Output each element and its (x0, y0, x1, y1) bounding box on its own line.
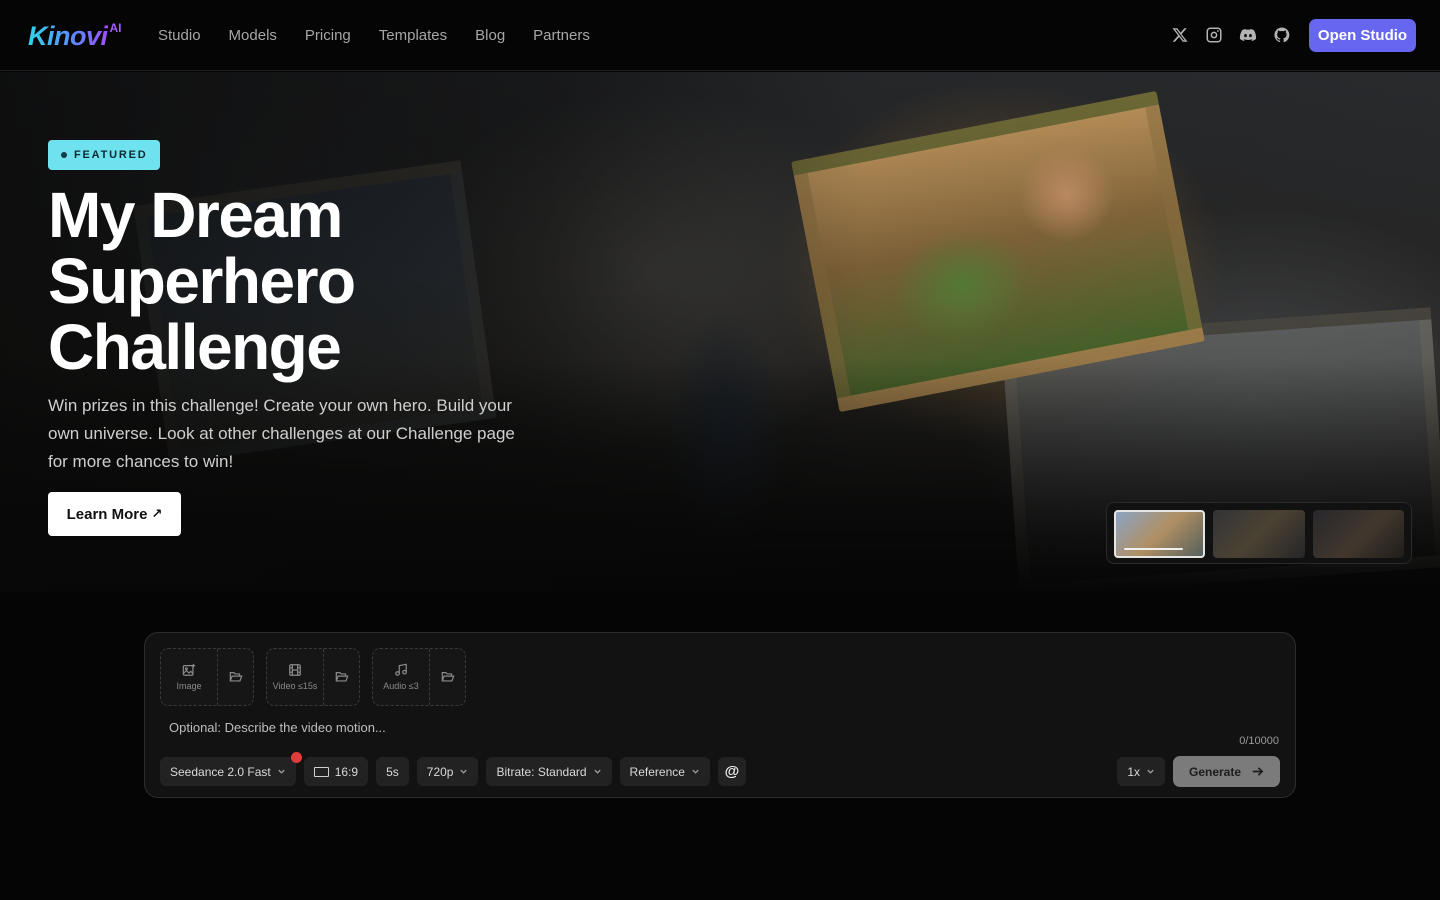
generate-controls: 1x Generate (1117, 756, 1280, 787)
generate-label: Generate (1188, 764, 1242, 779)
arrow-up-right-icon: ↗ (151, 506, 163, 521)
social-links (1170, 24, 1292, 46)
slide-progress-bar (1124, 548, 1184, 550)
brand-logo[interactable]: Kinovi AI (28, 21, 122, 51)
chevron-down-icon (460, 769, 468, 774)
hero-description: Win prizes in this challenge! Create you… (48, 396, 515, 471)
folder-open-icon (441, 672, 455, 682)
image-browse-button[interactable] (218, 649, 253, 705)
music-note-icon (395, 663, 407, 676)
video-upload-label: Video ≤15s (272, 681, 318, 691)
chevron-down-icon (1147, 769, 1154, 774)
slide-thumbnail-2[interactable] (1213, 510, 1305, 558)
video-upload-button[interactable]: Video ≤15s (267, 649, 324, 705)
chevron-down-icon (278, 769, 285, 774)
brand-name: Kinovi (28, 21, 108, 51)
model-select-value: Seedance 2.0 Fast (170, 764, 271, 779)
x-icon[interactable] (1170, 24, 1190, 46)
generation-options: Seedance 2.0 Fast 16:9 5s 720p Bitrate: … (160, 752, 746, 786)
nav-link-blog[interactable]: Blog (475, 26, 505, 46)
learn-more-button[interactable]: Learn More ↗ (48, 492, 181, 536)
generate-button[interactable]: Generate (1173, 756, 1280, 787)
resolution-value: 720p (426, 764, 454, 779)
model-select[interactable]: Seedance 2.0 Fast (160, 752, 302, 786)
character-counter: 0/10000 (1239, 735, 1279, 747)
github-icon[interactable] (1272, 24, 1292, 46)
duration-select[interactable]: 5s (376, 757, 409, 786)
resolution-select[interactable]: 720p (416, 757, 479, 786)
duration-value: 5s (386, 764, 399, 779)
audio-browse-button[interactable] (430, 649, 465, 705)
mode-value: Reference (629, 764, 685, 779)
bitrate-select[interactable]: Bitrate: Standard (486, 757, 612, 786)
video-generator-panel: Image Video ≤15s Audio ≤3 Optional: Desc… (144, 632, 1296, 798)
audio-upload-label: Audio ≤3 (383, 681, 419, 691)
hero-title-line-1: My Dream (48, 179, 343, 251)
discord-icon[interactable] (1238, 24, 1258, 46)
top-navbar: Kinovi AI Studio Models Pricing Template… (0, 0, 1440, 71)
image-upload-slot: Image (160, 648, 254, 706)
open-studio-button[interactable]: Open Studio (1309, 19, 1416, 52)
folder-open-icon (335, 672, 349, 682)
slide-thumbnail-1[interactable] (1114, 510, 1206, 558)
output-count-select[interactable]: 1x (1117, 757, 1165, 786)
aspect-ratio-icon (313, 766, 329, 777)
bitrate-value: Bitrate: Standard (496, 764, 587, 779)
arrow-right-icon (1252, 767, 1264, 776)
upload-slots: Image Video ≤15s Audio ≤3 (160, 648, 466, 706)
badge-label: FEATURED (74, 149, 148, 161)
nav-link-studio[interactable]: Studio (158, 26, 201, 46)
image-upload-button[interactable]: Image (161, 649, 218, 705)
brand-suffix: AI (109, 21, 122, 35)
slide-thumbnail-3[interactable] (1312, 510, 1405, 558)
badge-dot-icon (61, 152, 67, 158)
video-upload-slot: Video ≤15s (266, 648, 360, 706)
hero-title-line-3: Challenge (48, 311, 342, 383)
audio-upload-button[interactable]: Audio ≤3 (373, 649, 430, 705)
audio-upload-slot: Audio ≤3 (372, 648, 466, 706)
hero-title: My Dream Superhero Challenge (48, 182, 668, 380)
image-upload-label: Image (176, 681, 202, 691)
aspect-ratio-select[interactable]: 16:9 (303, 757, 369, 786)
film-icon (289, 664, 301, 676)
nav-link-partners[interactable]: Partners (533, 26, 590, 46)
instagram-icon[interactable] (1204, 24, 1224, 46)
mention-button[interactable]: @ (717, 757, 746, 786)
prompt-input[interactable] (169, 717, 1169, 737)
main-nav: Studio Models Pricing Templates Blog Par… (158, 26, 618, 46)
folder-open-icon (229, 672, 243, 682)
output-count-value: 1x (1127, 764, 1140, 779)
chevron-down-icon (593, 769, 601, 774)
learn-more-label: Learn More (66, 505, 148, 523)
nav-link-models[interactable]: Models (229, 26, 277, 46)
mode-select[interactable]: Reference (619, 757, 710, 786)
video-browse-button[interactable] (324, 649, 359, 705)
featured-badge: FEATURED (48, 140, 161, 170)
slide-thumbnails (1106, 502, 1412, 564)
chevron-down-icon (692, 769, 699, 774)
hero-banner: FEATURED My Dream Superhero Challenge Wi… (0, 72, 1440, 592)
notification-dot (290, 752, 302, 763)
image-add-icon (182, 663, 196, 676)
nav-link-pricing[interactable]: Pricing (305, 26, 351, 46)
hero-title-line-2: Superhero (48, 245, 356, 317)
nav-link-templates[interactable]: Templates (379, 26, 447, 46)
aspect-ratio-value: 16:9 (334, 764, 359, 779)
